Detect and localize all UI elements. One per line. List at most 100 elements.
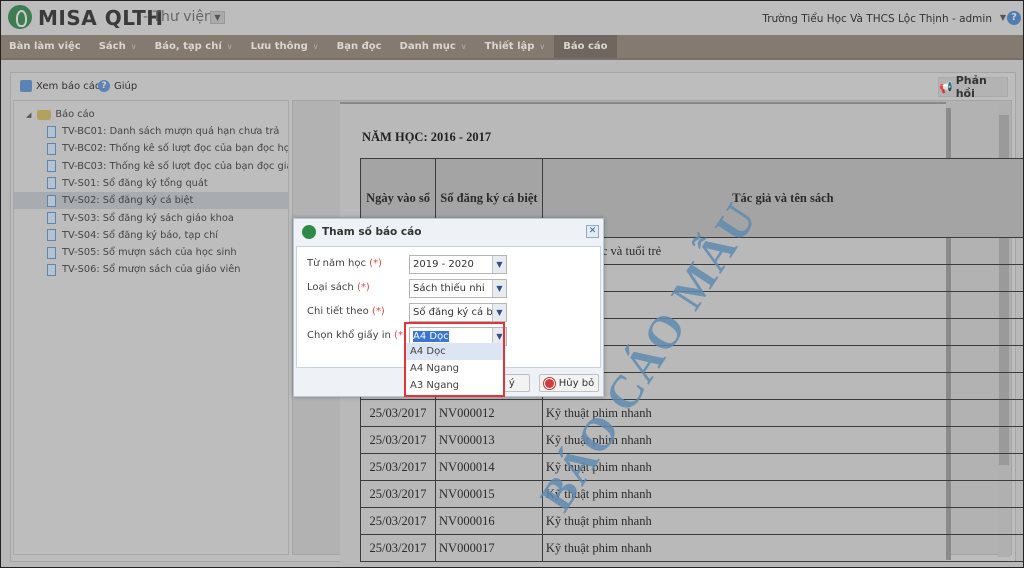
caret-down-icon[interactable]: ▼ <box>1000 13 1006 22</box>
table-row: 25/03/2017 NV000013 Kỹ thuật phim nhanh <box>359 426 1024 454</box>
tree-item[interactable]: TV-BC03: Thống kê số lượt đọc của bạn đọ… <box>14 158 288 175</box>
table-cell: 25/03/2017 <box>359 534 437 562</box>
chevron-down-icon[interactable]: ▼ <box>492 256 506 273</box>
tree-item[interactable]: TV-S02: Sổ đăng ký cá biệt <box>14 192 288 210</box>
chevron-down-icon[interactable]: ▼ <box>492 280 506 297</box>
combo-value: 2019 - 2020 <box>413 259 474 270</box>
tree-item-label: TV-S01: Sổ đăng ký tổng quát <box>62 177 208 189</box>
table-cell: Kỹ thuật phim nhanh <box>541 480 1024 508</box>
report-doc-icon <box>47 160 56 173</box>
combo-value: Sách thiếu nhi <box>413 283 485 294</box>
tree-item-label: TV-BC01: Danh sách mượn quá hạn chưa trả <box>62 126 280 137</box>
help-button[interactable]: ? Giúp <box>98 80 137 92</box>
tree-item[interactable]: TV-S03: Sổ đăng ký sách giáo khoa <box>14 210 288 227</box>
nav-item-label: Báo, tạp chí <box>154 41 222 52</box>
table-cell <box>541 291 1024 319</box>
nav-item-6[interactable]: Thiết lập ∨ <box>476 35 555 58</box>
table-cell: Kỹ thuật phim nhanh <box>541 534 1024 562</box>
tree-item-label: TV-S03: Sổ đăng ký sách giáo khoa <box>62 212 234 224</box>
view-report-button[interactable]: Xem báo cáo <box>20 80 101 92</box>
table-cell: NV000017 <box>435 534 543 562</box>
main-nav: Bàn làm việc Sách ∨ Báo, tạp chí ∨ Lưu thông ∨… <box>0 35 1024 58</box>
chevron-down-icon: ∨ <box>130 42 137 51</box>
field-label-text: Chọn khổ giấy in <box>307 330 391 341</box>
nav-item-2[interactable]: Báo, tạp chí ∨ <box>146 35 242 58</box>
megaphone-icon: 📢 <box>939 80 953 94</box>
report-doc-icon <box>47 263 56 276</box>
field-label-text: Loại sách <box>307 282 354 293</box>
field-label: Loại sách (*) <box>307 282 370 293</box>
field-combo-1[interactable]: Sách thiếu nhi ▼ <box>409 279 507 298</box>
tree-item-label: TV-S06: Sổ mượn sách của giáo viên <box>62 264 241 276</box>
report-tree: ◢ Báo cáo TV-BC01: Danh sách mượn quá hạn… <box>13 100 289 555</box>
tree-root[interactable]: ◢ Báo cáo <box>14 106 288 123</box>
expand-caret-icon[interactable]: ◢ <box>26 111 31 119</box>
nav-item-5[interactable]: Danh mục ∨ <box>391 35 476 58</box>
report-doc-icon <box>47 177 56 190</box>
tree-item[interactable]: TV-S05: Sổ mượn sách của học sinh <box>14 244 288 261</box>
tree-item[interactable]: TV-BC01: Danh sách mượn quá hạn chưa trả <box>14 123 288 140</box>
nav-item-7[interactable]: Báo cáo <box>554 35 617 58</box>
nav-item-label: Báo cáo <box>563 41 608 52</box>
view-report-label: Xem báo cáo <box>36 80 101 92</box>
feedback-label: Phản hồi <box>955 74 987 100</box>
table-cell: ..._Toán học và tuổi trẻ <box>541 237 1024 265</box>
report-doc-icon <box>47 246 56 259</box>
field-label-text: Từ năm học <box>307 258 366 269</box>
nav-item-4[interactable]: Bạn đọc <box>328 35 391 58</box>
tree-root-label: Báo cáo <box>55 109 95 120</box>
table-row: 25/03/2017 NV000015 Kỹ thuật phim nhanh <box>359 480 1024 508</box>
tree-item-label: TV-S02: Sổ đăng ký cá biệt <box>62 195 194 207</box>
table-cell: NV000016 <box>435 507 543 535</box>
nav-item-label: Danh mục <box>399 41 456 52</box>
tree-item-label: TV-BC03: Thống kê số lượt đọc của bạn đọ… <box>62 160 288 172</box>
table-cell: NV000012 <box>435 399 543 427</box>
column-header: Tác giả và tên sách <box>541 158 1024 238</box>
required-marker: (*) <box>356 282 370 293</box>
tree-item[interactable]: TV-S06: Sổ mượn sách của giáo viên <box>14 261 288 278</box>
required-marker: (*) <box>371 306 385 317</box>
help-icon: ? <box>98 80 110 92</box>
misa-logo-icon <box>302 224 316 239</box>
table-row: 25/03/2017 NV000012 Kỹ thuật phim nhanh <box>359 399 1024 427</box>
field-combo-2[interactable]: Số đăng ký cá biệt ▼ <box>409 303 507 322</box>
tree-item[interactable]: TV-S01: Sổ đăng ký tổng quát <box>14 175 288 192</box>
table-cell: 25/03/2017 <box>359 507 437 535</box>
nav-item-3[interactable]: Lưu thông ∨ <box>242 35 328 58</box>
table-cell: 25/03/2017 <box>359 426 437 454</box>
table-cell: 25/03/2017 <box>359 453 437 481</box>
dialog-title: Tham số báo cáo <box>322 225 422 238</box>
table-cell: NV000013 <box>435 426 543 454</box>
field-label: Chọn khổ giấy in (*) <box>307 330 407 341</box>
report-doc-icon <box>47 212 56 224</box>
field-label: Chi tiết theo (*) <box>307 306 385 317</box>
feedback-button[interactable]: 📢 Phản hồi <box>938 74 1008 100</box>
tree-item-label: TV-S05: Sổ mượn sách của học sinh <box>62 247 237 259</box>
highlight-box <box>404 322 505 397</box>
close-icon[interactable]: ✕ <box>586 225 599 238</box>
table-cell: Kỹ thuật phim nhanh <box>541 453 1024 481</box>
cancel-button[interactable]: Hủy bỏ <box>539 374 599 392</box>
help-icon[interactable]: ? <box>1007 11 1021 25</box>
chevron-down-icon: ∨ <box>226 42 233 51</box>
table-row: 25/03/2017 NV000014 Kỹ thuật phim nhanh <box>359 453 1024 481</box>
nav-item-label: Sách <box>98 41 126 52</box>
nav-item-1[interactable]: Sách ∨ <box>90 35 146 58</box>
nav-item-label: Bạn đọc <box>336 41 382 52</box>
misa-logo-icon <box>8 5 32 29</box>
chevron-down-icon[interactable]: ▼ <box>492 304 506 321</box>
field-label: Từ năm học (*) <box>307 258 382 269</box>
report-doc-icon <box>47 194 56 207</box>
table-cell: NV000015 <box>435 480 543 508</box>
folder-icon <box>37 109 52 120</box>
tree-item[interactable]: TV-S04: Sổ đăng ký báo, tạp chí <box>14 227 288 244</box>
report-doc-icon <box>47 142 56 155</box>
user-account[interactable]: Trường Tiểu Học Và THCS Lộc Thịnh - admi… <box>762 13 992 25</box>
nav-item-0[interactable]: Bàn làm việc <box>0 35 90 58</box>
field-combo-0[interactable]: 2019 - 2020 ▼ <box>409 255 507 274</box>
module-dropdown-button[interactable]: ▼ <box>210 11 225 24</box>
table-row: 25/03/2017 NV000016 Kỹ thuật phim nhanh <box>359 507 1024 535</box>
tree-item[interactable]: TV-BC02: Thống kê số lượt đọc của bạn đọ… <box>14 140 288 157</box>
tree-item-label: TV-BC02: Thống kê số lượt đọc của bạn đọ… <box>62 143 288 155</box>
dialog-titlebar[interactable]: Tham số báo cáo <box>294 219 603 244</box>
